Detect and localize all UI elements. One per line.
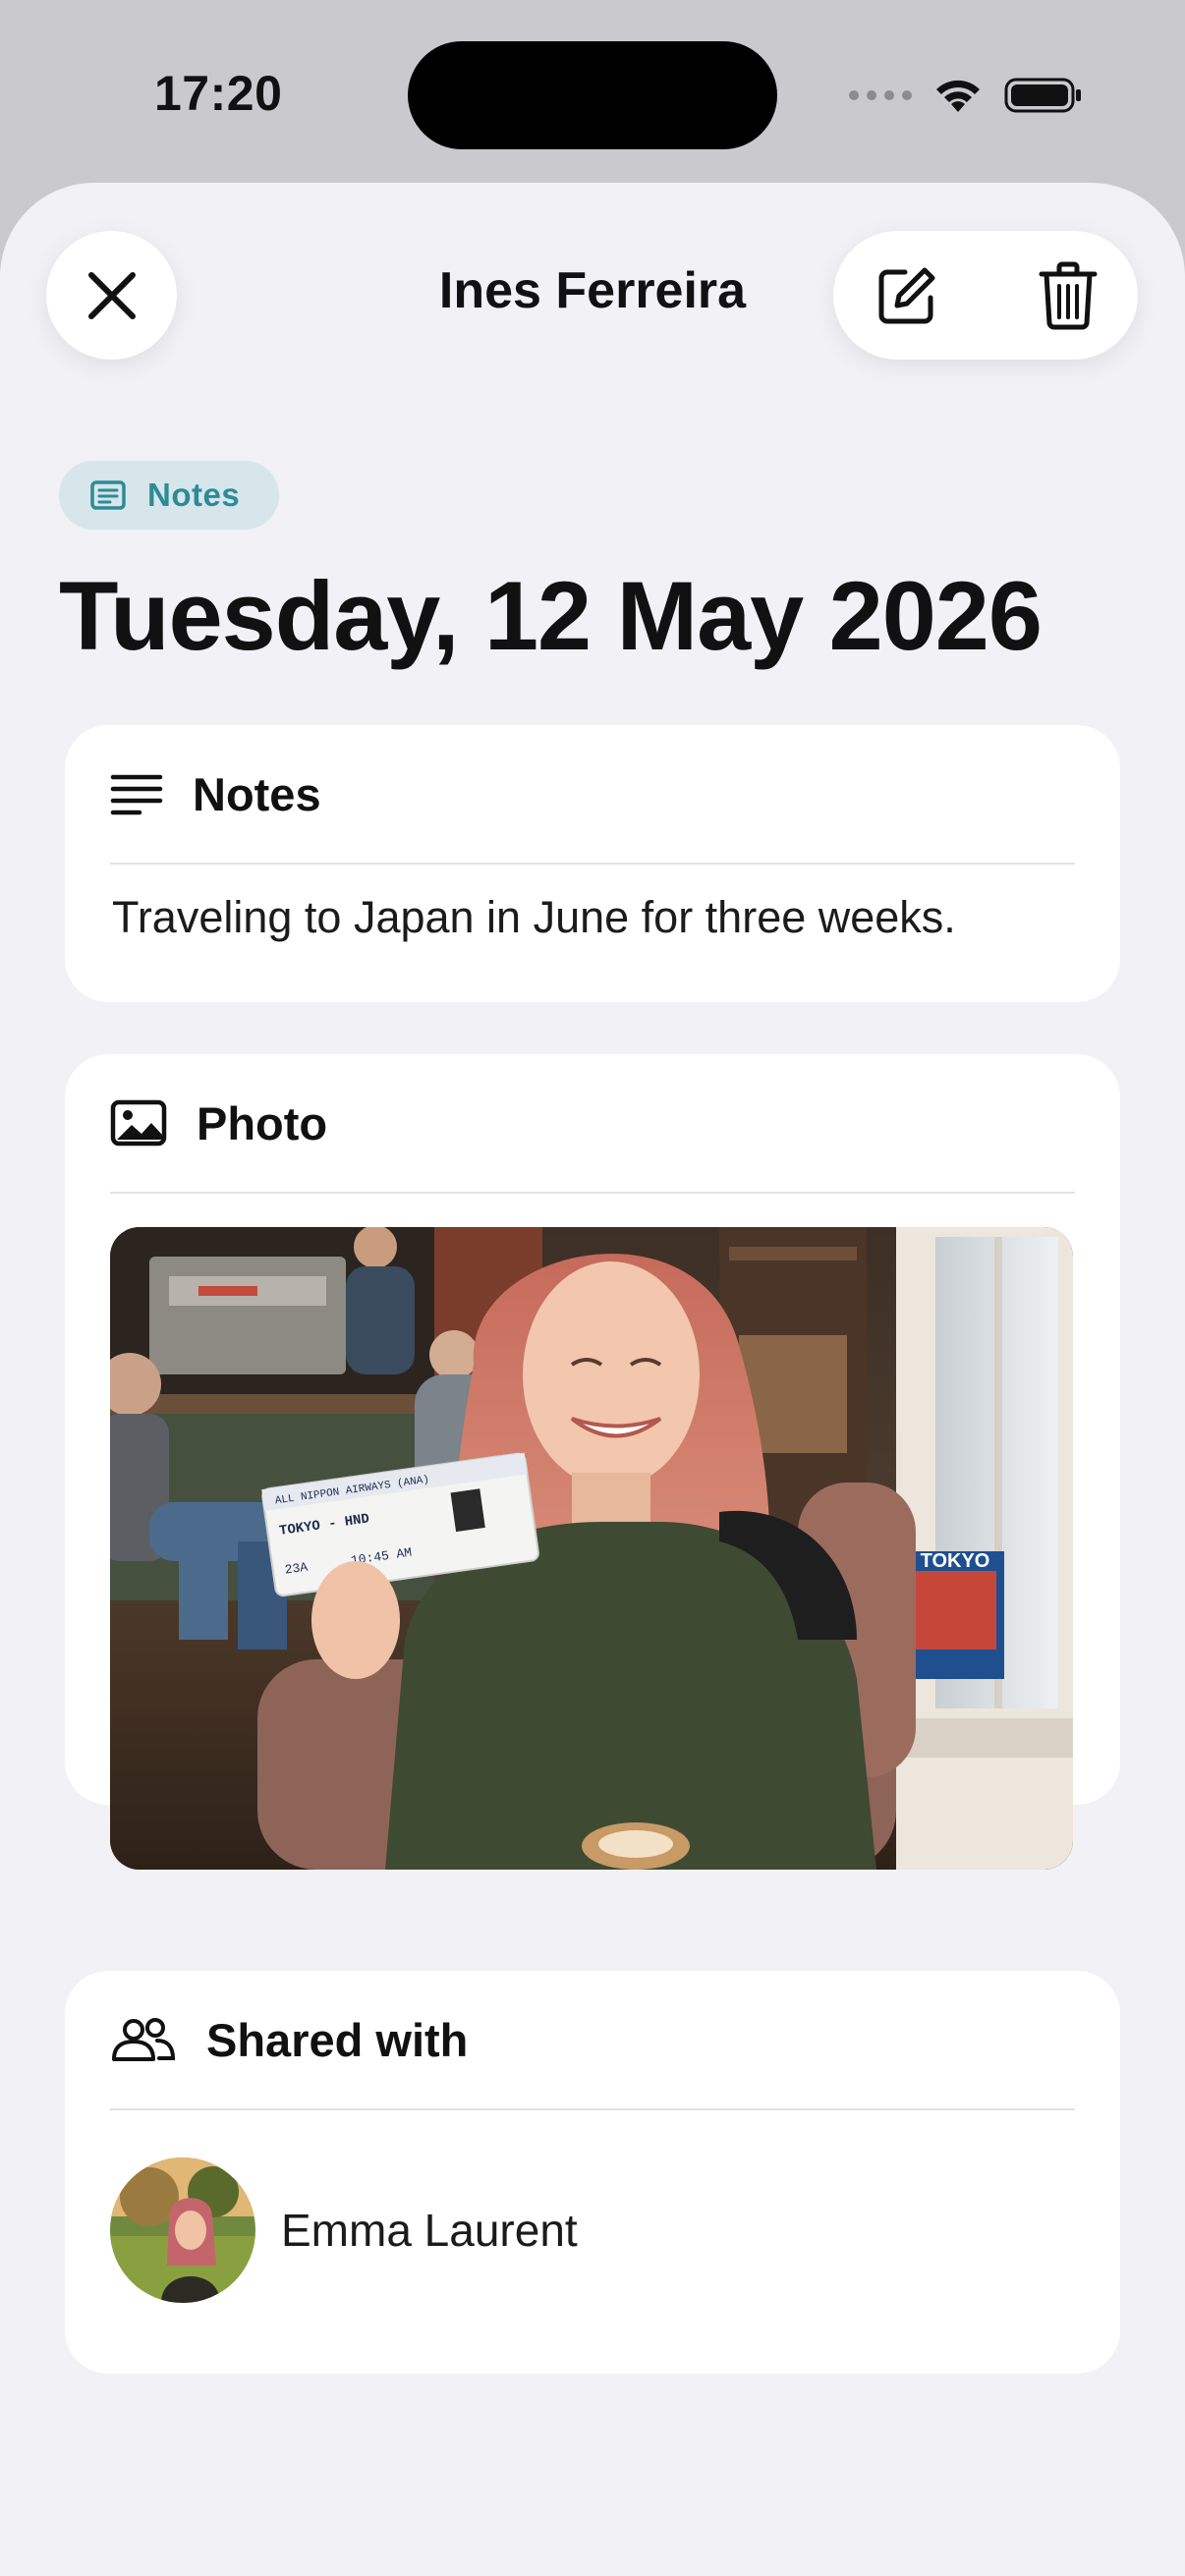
category-chip: Notes <box>59 461 279 530</box>
note-icon <box>90 480 126 510</box>
text-lines-icon <box>110 774 163 815</box>
cellular-signal-icon <box>849 90 912 100</box>
divider <box>110 1192 1075 1194</box>
photo-card: Photo TOKYO ALL NIPPON AIRWAYS (ANA) TOK… <box>65 1054 1120 1870</box>
attached-photo[interactable]: TOKYO ALL NIPPON AIRWAYS (ANA) TOKYO - H… <box>110 1227 1073 1870</box>
notes-header: Notes <box>110 725 321 863</box>
shared-card: Shared with Emma Laurent <box>65 1971 1120 2374</box>
category-label: Notes <box>147 476 241 513</box>
status-icons <box>849 71 1083 120</box>
close-icon <box>87 271 136 319</box>
photo-title: Photo <box>197 1096 328 1149</box>
photo-illustration: TOKYO ALL NIPPON AIRWAYS (ANA) TOKYO - H… <box>110 1227 1073 1870</box>
screen: 17:20 Ines Ferreira Notes Tuesday, 12 Ma… <box>0 0 1185 2576</box>
battery-icon <box>1004 78 1081 113</box>
divider <box>110 2108 1075 2110</box>
entry-date: Tuesday, 12 May 2026 <box>59 561 1043 670</box>
shared-title: Shared with <box>206 2013 469 2066</box>
shared-header: Shared with <box>110 1971 468 2108</box>
wifi-icon <box>936 80 980 112</box>
photo-header: Photo <box>110 1054 327 1192</box>
people-icon <box>112 2018 176 2061</box>
entry-detail-sheet: Ines Ferreira Notes Tuesday, 12 May 2026… <box>0 183 1185 2576</box>
trash-icon <box>1039 261 1098 330</box>
notes-body: Traveling to Japan in June for three wee… <box>112 892 956 942</box>
divider <box>110 863 1075 865</box>
shared-person-name: Emma Laurent <box>281 2205 578 2256</box>
action-group <box>833 231 1138 360</box>
avatar <box>110 2157 255 2303</box>
notes-title: Notes <box>193 767 321 820</box>
edit-icon <box>878 267 935 324</box>
dynamic-island <box>408 41 777 149</box>
close-button[interactable] <box>46 231 177 360</box>
delete-button[interactable] <box>1024 252 1112 339</box>
book-title: TOKYO <box>921 1550 990 1572</box>
sheet-title: Ines Ferreira <box>438 262 747 319</box>
notes-card: Notes Traveling to Japan in June for thr… <box>65 725 1120 1002</box>
photo-icon <box>110 1099 167 1147</box>
status-time: 17:20 <box>154 66 283 121</box>
shared-person-row[interactable]: Emma Laurent <box>110 2157 578 2303</box>
edit-button[interactable] <box>863 254 951 337</box>
